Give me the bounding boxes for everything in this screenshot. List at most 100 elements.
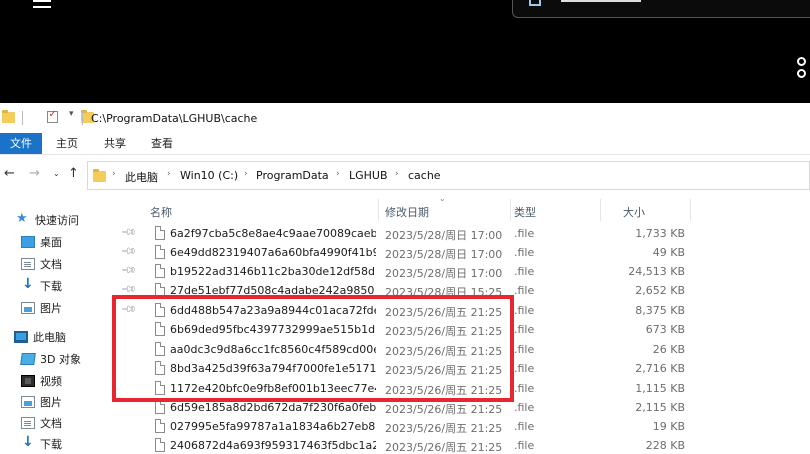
download-icon [21,276,35,292]
tab-view[interactable]: 查看 [149,133,175,154]
popup-text-bar [561,0,641,2]
document-icon [21,258,35,270]
file-icon [155,226,165,240]
file-icon [155,419,165,433]
file-icon [155,322,165,336]
pin-icon: 📌︎ [119,281,137,298]
breadcrumb-cache[interactable]: cache [408,169,441,182]
column-header-row: 名称 ⌄ 修改日期 类型 大小 [110,194,810,221]
file-size: 1,115 KB [635,382,685,395]
file-type: .file [514,323,535,336]
chevron-right-icon[interactable]: › [336,169,340,179]
chevron-right-icon[interactable]: › [244,169,248,179]
chevron-right-icon[interactable]: › [395,169,399,179]
column-header-date[interactable]: 修改日期 [385,204,429,220]
file-date: 2023/5/28/周日 17:00 [385,248,503,261]
file-name: 6d59e185a8d2bd672da7f230f6a0feb [170,401,376,414]
forward-arrow-icon[interactable]: → [29,166,40,181]
sidebar-item-documents-pc[interactable]: 文档 [21,413,62,433]
video-icon [21,375,35,387]
file-name: 6b69ded95fbc4397732999ae515b1d [170,323,376,336]
address-bar[interactable]: › 此电脑 › Win10 (C:) › ProgramData › LGHUB… [87,161,810,190]
up-arrow-icon[interactable]: ↑ [68,166,79,181]
properties-icon[interactable] [46,109,58,123]
file-type: .file [514,420,535,433]
column-header-type[interactable]: 类型 [514,204,536,220]
file-type: .file [514,362,535,375]
breadcrumb-this-pc[interactable]: 此电脑 [125,169,158,185]
column-divider[interactable] [600,199,601,221]
file-size: 1,733 KB [635,227,685,240]
sidebar-item-this-pc[interactable]: 此电脑 [14,327,66,347]
sidebar-item-documents[interactable]: 文档 [21,254,62,274]
file-size: 673 KB [645,323,685,336]
computer-icon [14,331,28,343]
file-row[interactable]: 1172e420bfc0e9fb8ef001b13eec77e4 2023/5/… [110,379,810,398]
file-row[interactable]: 2406872d4a693f959317463f5dbc1a2 2023/5/2… [110,436,810,454]
separator [82,111,83,125]
file-row[interactable]: 📌︎ 6dd488b547a23a9a8944c01aca72fde 2023/… [110,301,810,320]
file-icon [155,245,165,259]
file-icon [155,342,165,356]
file-date: 2023/5/28/周日 17:00 [385,267,503,280]
file-row[interactable]: aa0dc3c9d8a6cc1fc8560c4f589cd00e 2023/5/… [110,340,810,359]
breadcrumb-drive[interactable]: Win10 (C:) [180,169,238,182]
star-icon [16,211,30,226]
file-name: b19522ad3146b11c2ba30de12df58d [170,265,376,278]
sidebar-item-videos[interactable]: 视频 [21,371,62,391]
file-row[interactable]: 8bd3a425d39f63a794f7000fe1e5171c 2023/5/… [110,359,810,378]
file-name: 6a2f97cba5c8e8ae4c9aae70089caeb [170,227,376,240]
sidebar-item-desktop[interactable]: 桌面 [21,232,62,252]
file-type: .file [514,382,535,395]
pictures-icon [21,302,35,314]
file-name: 27de51ebf77d508c4adabe242a9850 [170,284,375,297]
file-row[interactable]: 6b69ded95fbc4397732999ae515b1d 2023/5/26… [110,320,810,339]
file-row[interactable]: 📌︎ 27de51ebf77d508c4adabe242a9850 2023/5… [110,281,810,300]
tab-share[interactable]: 共享 [102,133,128,154]
sidebar-item-3d-objects[interactable]: 3D 对象 [20,349,81,369]
file-type: .file [514,265,535,278]
file-size: 2,115 KB [635,401,685,414]
breadcrumb-programdata[interactable]: ProgramData [256,169,329,182]
breadcrumb-lghub[interactable]: LGHUB [349,169,388,182]
file-size: 2,716 KB [635,362,685,375]
column-header-name[interactable]: 名称 [150,204,172,220]
hamburger-menu-icon[interactable] [33,0,51,12]
file-icon [155,361,165,375]
sidebar-item-downloads-pc[interactable]: 下载 [21,434,62,454]
file-row[interactable]: 027995e5fa99787a1a1834a6b27eb80 2023/5/2… [110,417,810,436]
file-size: 19 KB [652,420,685,433]
chevron-right-icon[interactable]: › [112,169,116,179]
file-date: 2023/5/28/周日 17:00 [385,229,503,242]
sidebar-item-quick-access[interactable]: 快速访问 [16,210,79,230]
tab-file[interactable]: 文件 [0,133,42,154]
column-divider[interactable] [378,199,379,221]
file-row[interactable]: 6d59e185a8d2bd672da7f230f6a0feb 2023/5/2… [110,398,810,417]
chevron-right-icon[interactable]: › [167,169,171,179]
file-row[interactable]: 📌︎ b19522ad3146b11c2ba30de12df58d 2023/5… [110,262,810,281]
sort-indicator-icon: ⌄ [439,194,446,203]
quick-access-dropdown-icon[interactable]: ▾ [69,109,74,123]
pin-icon: 📌︎ [119,243,137,260]
tab-home[interactable]: 主页 [54,133,80,154]
back-arrow-icon[interactable]: ← [4,166,15,181]
file-date: 2023/5/26/周五 21:25 [385,403,503,416]
file-size: 8,375 KB [635,304,685,317]
file-size: 26 KB [652,343,685,356]
sidebar-item-downloads[interactable]: 下载 [21,276,62,296]
recent-locations-chevron-icon[interactable]: ⌄ [53,169,60,178]
column-header-size[interactable]: 大小 [623,204,645,220]
column-divider[interactable] [510,199,511,221]
link-icon[interactable] [797,57,810,81]
sidebar-item-pictures[interactable]: 图片 [21,298,62,318]
file-row[interactable]: 📌︎ 6e49dd82319407a6a60bfa4990f41b9 2023/… [110,243,810,262]
file-icon [155,283,165,297]
file-row[interactable]: 📌︎ 6a2f97cba5c8e8ae4c9aae70089caeb 2023/… [110,224,810,243]
file-type: .file [514,284,535,297]
sidebar-item-pictures-pc[interactable]: 图片 [21,392,62,412]
file-name: 6dd488b547a23a9a8944c01aca72fde [170,304,376,317]
file-type: .file [514,439,535,452]
column-divider[interactable] [690,199,691,221]
file-name: 6e49dd82319407a6a60bfa4990f41b9 [170,246,376,259]
file-icon [155,400,165,414]
